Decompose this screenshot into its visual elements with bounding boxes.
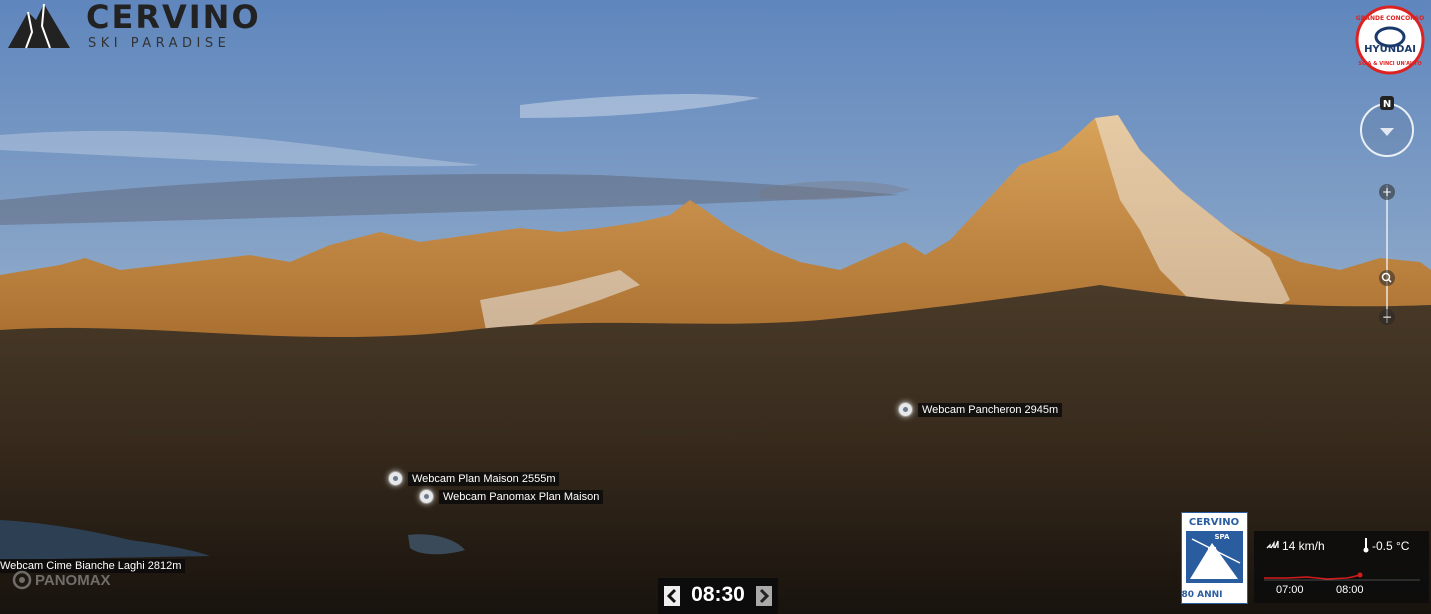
sponsor-line2: SCIA & VINCI UN'AUTO bbox=[1358, 61, 1421, 67]
sponsor-line1: GRANDE CONCORSO bbox=[1356, 15, 1424, 22]
webcam-label[interactable]: Webcam Plan Maison 2555m bbox=[408, 471, 560, 486]
temperature: -0.5 °C bbox=[1372, 539, 1410, 553]
arrow-left-icon bbox=[666, 588, 677, 604]
brand-subtitle: SKI PARADISE bbox=[88, 36, 231, 51]
webcam-icon bbox=[419, 489, 434, 504]
sponsor-badge[interactable]: HYUNDAI GRANDE CONCORSO SCIA & VINCI UN'… bbox=[1355, 5, 1425, 75]
brand-logo[interactable]: CERVINO SKI PARADISE bbox=[6, 0, 266, 54]
wind-icon bbox=[1266, 540, 1279, 549]
temperature-graph bbox=[1264, 572, 1420, 581]
next-time-button[interactable] bbox=[756, 586, 772, 606]
webcam-icon bbox=[898, 402, 913, 417]
panomax-watermark: PANOMAX bbox=[12, 570, 111, 590]
time-navigation: 08:30 bbox=[658, 578, 778, 614]
zoom-in-button[interactable]: + bbox=[1379, 184, 1395, 200]
graph-time-label: 07:00 bbox=[1276, 584, 1304, 596]
zoom-slider[interactable] bbox=[1386, 185, 1388, 323]
panomax-logo-icon bbox=[12, 570, 32, 590]
webcam-marker[interactable]: Webcam Pancheron 2945m bbox=[898, 402, 1063, 417]
current-time[interactable]: 08:30 bbox=[688, 583, 748, 607]
badge-sub: SPA bbox=[1215, 533, 1231, 541]
webcam-icon bbox=[388, 471, 403, 486]
badge-name: CERVINO bbox=[1189, 517, 1239, 528]
mountain-logo-icon bbox=[8, 3, 70, 49]
compass[interactable]: N bbox=[1358, 96, 1418, 158]
magnifier-icon bbox=[1381, 272, 1392, 283]
watermark-text: PANOMAX bbox=[35, 571, 111, 589]
brand-name: CERVINO bbox=[86, 0, 261, 36]
graph-time-label: 08:00 bbox=[1336, 584, 1364, 596]
webcam-marker[interactable]: Webcam Plan Maison 2555m bbox=[388, 471, 560, 486]
badge-years: 80 ANNI bbox=[1182, 590, 1223, 600]
wind-speed: 14 km/h bbox=[1282, 539, 1325, 553]
sponsor-name: HYUNDAI bbox=[1364, 44, 1416, 55]
compass-north-label: N bbox=[1383, 99, 1391, 110]
cablecar-emblem-icon: CERVINO SPA 80 ANNI bbox=[1181, 517, 1243, 600]
webcam-label[interactable]: Webcam Pancheron 2945m bbox=[918, 402, 1063, 417]
zoom-out-button[interactable]: − bbox=[1379, 309, 1395, 325]
weather-panel[interactable]: 14 km/h -0.5 °C 07:00 08:00 bbox=[1254, 531, 1429, 603]
sponsor-emblem-icon: HYUNDAI GRANDE CONCORSO SCIA & VINCI UN'… bbox=[1355, 5, 1425, 75]
arrow-right-icon bbox=[759, 588, 770, 604]
thermometer-icon bbox=[1363, 538, 1369, 553]
webcam-label[interactable]: Webcam Panomax Plan Maison bbox=[439, 489, 604, 504]
zoom-handle[interactable] bbox=[1379, 270, 1395, 286]
previous-time-button[interactable] bbox=[664, 586, 680, 606]
cervino-spa-badge[interactable]: CERVINO SPA 80 ANNI bbox=[1181, 512, 1248, 604]
webcam-marker[interactable]: Webcam Panomax Plan Maison bbox=[419, 489, 604, 504]
